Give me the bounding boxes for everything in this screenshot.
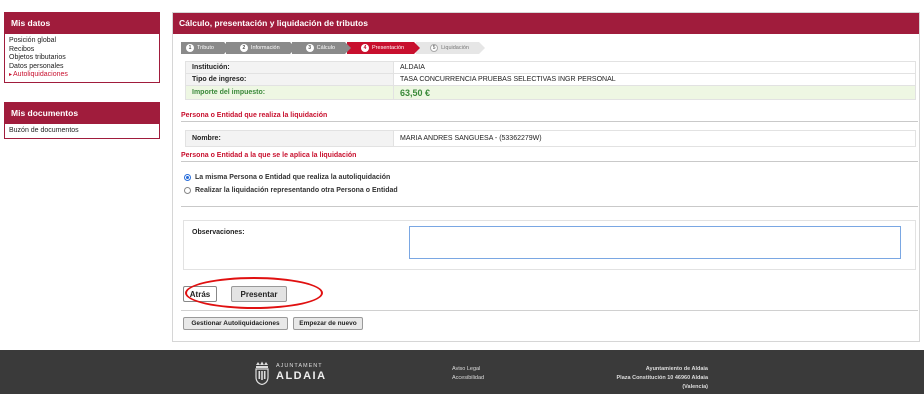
crown-shield-icon	[255, 361, 269, 385]
empezar-de-nuevo-button[interactable]: Empezar de nuevo	[293, 317, 363, 330]
radio-checked-icon[interactable]	[184, 174, 191, 181]
table-row: Tipo de ingreso: TASA CONCURRENCIA PRUEB…	[185, 73, 916, 86]
realiza-table: Nombre: MARIA ANDRES SANGUESA - (5336227…	[185, 130, 916, 147]
radio-misma-persona[interactable]: La misma Persona o Entidad que realiza l…	[184, 174, 390, 181]
step-tributo: 1 Tributo	[181, 42, 230, 54]
accesibilidad-link[interactable]: Accesibilidad	[452, 374, 484, 383]
footer-address: Ayuntamiento de Aldaia Plaza Constitució…	[582, 365, 709, 392]
radio-unchecked-icon[interactable]	[184, 187, 191, 194]
step-liquidacion: 5 Liquidación	[416, 42, 485, 54]
importe-value: 63,50 €	[393, 85, 916, 100]
mis-documentos-panel: Mis documentos Buzón de documentos	[4, 102, 160, 139]
wizard-steps: 1 Tributo 2 Información 3 Cálculo 4 Presenta…	[181, 42, 485, 54]
step-presentacion: 4 Presentación	[347, 42, 421, 54]
section-realiza-title: Persona o Entidad que realiza la liquida…	[181, 112, 918, 122]
sidebar-item-objetos-tributarios[interactable]: Objetos tributarios	[9, 54, 159, 63]
section-aplica-title: Persona o Entidad a la que se le aplica …	[181, 152, 918, 162]
sidebar-item-datos-personales[interactable]: Datos personales	[9, 63, 159, 72]
address-line: Ayuntamiento de Aldaia	[645, 366, 708, 372]
presentar-button[interactable]: Presentar	[231, 286, 287, 302]
radio-misma-persona-label: La misma Persona o Entidad que realiza l…	[195, 174, 391, 181]
logo-small-text: AJUNTAMENT	[276, 362, 323, 369]
sidebar-item-autoliquidaciones[interactable]: Autoliquidaciones	[9, 71, 159, 80]
mis-datos-title: Mis datos	[5, 13, 159, 34]
institucion-label: Institución:	[185, 61, 394, 74]
atras-button[interactable]: Atrás	[183, 286, 217, 302]
sidebar-item-recibos[interactable]: Recibos	[9, 46, 159, 55]
table-row: Institución: ALDAIA	[185, 61, 916, 74]
divider	[181, 206, 918, 207]
institucion-value: ALDAIA	[393, 61, 916, 74]
observaciones-box: Observaciones:	[183, 220, 916, 270]
address-line: (Valencia)	[682, 384, 708, 390]
tipo-ingreso-label: Tipo de ingreso:	[185, 73, 394, 86]
importe-label: Importe del impuesto:	[185, 85, 394, 100]
radio-otra-persona[interactable]: Realizar la liquidación representando ot…	[184, 187, 398, 194]
mis-documentos-title: Mis documentos	[5, 103, 159, 124]
sidebar-item-posicion-global[interactable]: Posición global	[9, 37, 159, 46]
address-line: Plaza Constitución 10 46960 Aldaia	[616, 375, 709, 381]
sidebar-item-buzon-documentos[interactable]: Buzón de documentos	[9, 127, 159, 136]
table-row: Nombre: MARIA ANDRES SANGUESA - (5336227…	[185, 130, 916, 147]
page-title: Cálculo, presentación y liquidación de t…	[173, 13, 919, 34]
main-panel: Cálculo, presentación y liquidación de t…	[172, 12, 920, 342]
tributo-info-table: Institución: ALDAIA Tipo de ingreso: TAS…	[185, 61, 916, 100]
footer-links: Aviso Legal Accesibilidad	[452, 365, 484, 383]
aldaia-logo[interactable]: AJUNTAMENT ALDAIA	[254, 361, 327, 385]
logo-big-text: ALDAIA	[276, 370, 327, 383]
nombre-value: MARIA ANDRES SANGUESA - (53362279W)	[393, 130, 916, 147]
aviso-legal-link[interactable]: Aviso Legal	[452, 365, 484, 374]
observaciones-label: Observaciones:	[192, 229, 245, 236]
nombre-label: Nombre:	[185, 130, 394, 147]
table-row: Importe del impuesto: 63,50 €	[185, 85, 916, 100]
step-informacion: 2 Información	[225, 42, 296, 54]
tipo-ingreso-value: TASA CONCURRENCIA PRUEBAS SELECTIVAS ING…	[393, 73, 916, 86]
observaciones-textarea[interactable]	[409, 226, 901, 259]
gestionar-autoliquidaciones-button[interactable]: Gestionar Autoliquidaciones	[183, 317, 288, 330]
footer: AJUNTAMENT ALDAIA Aviso Legal Accesibili…	[0, 350, 924, 394]
divider	[181, 310, 918, 311]
radio-otra-persona-label: Realizar la liquidación representando ot…	[195, 187, 398, 194]
mis-datos-panel: Mis datos Posición global Recibos Objeto…	[4, 12, 160, 83]
step-calculo: 3 Cálculo	[291, 42, 352, 54]
